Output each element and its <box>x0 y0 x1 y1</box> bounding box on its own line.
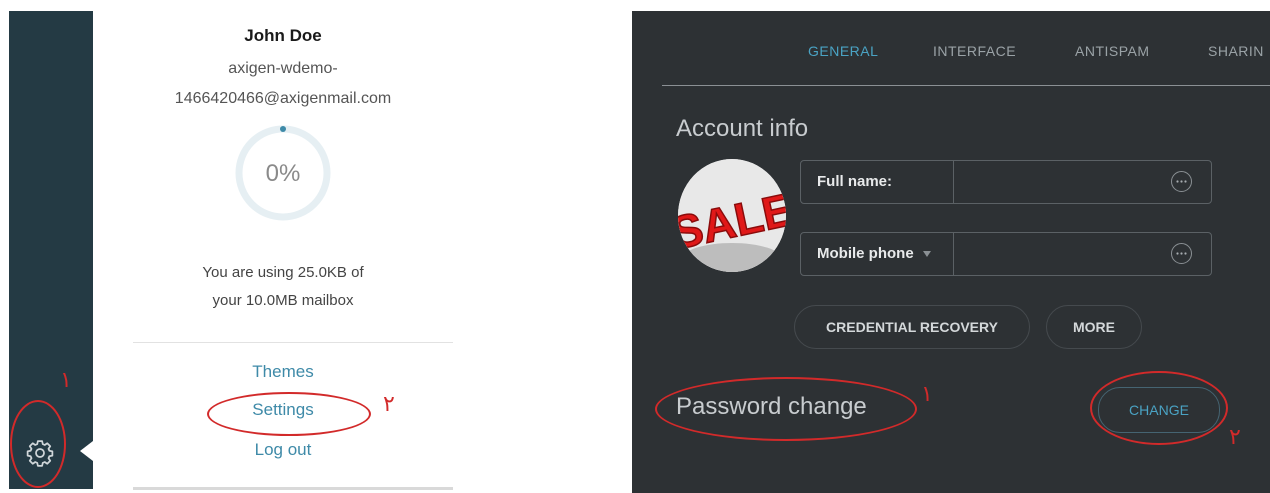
password-change-title: Password change <box>676 393 867 420</box>
tab-antispam[interactable]: ANTISPAM <box>1075 43 1150 59</box>
tab-general[interactable]: GENERAL <box>808 43 878 59</box>
change-password-button[interactable]: CHANGE <box>1098 387 1220 433</box>
gear-icon <box>26 440 54 467</box>
more-button[interactable]: MORE <box>1046 305 1142 349</box>
caret-down-icon <box>922 251 931 258</box>
menu-item-themes[interactable]: Themes <box>93 362 473 382</box>
user-email: axigen-wdemo- 1466420466@axigenmail.com <box>93 54 473 114</box>
menu-item-logout[interactable]: Log out <box>93 440 473 460</box>
settings-panel: GENERAL INTERFACE ANTISPAM SHARIN Accoun… <box>632 11 1270 493</box>
annotation-number-1-left: ١ <box>60 368 72 393</box>
mobile-phone-options-button[interactable] <box>1171 243 1192 264</box>
mobile-phone-label: Mobile phone <box>817 245 914 262</box>
annotation-number-2-left: ٢ <box>383 392 395 417</box>
popover-pointer <box>80 441 93 461</box>
tab-interface[interactable]: INTERFACE <box>933 43 1016 59</box>
left-sidebar <box>9 11 93 489</box>
ellipsis-icon <box>1176 252 1187 255</box>
annotation-number-1-right: ١ <box>921 382 933 407</box>
usage-text-line-2: your 10.0MB mailbox <box>212 292 354 309</box>
user-email-line-2: 1466420466@axigenmail.com <box>174 90 392 107</box>
ellipsis-icon <box>1176 180 1187 183</box>
usage-text-line-1: You are using 25.0KB of <box>202 264 364 281</box>
mobile-phone-field: Mobile phone <box>800 232 1212 276</box>
usage-percent: 0% <box>265 160 301 187</box>
full-name-input[interactable] <box>955 161 1165 203</box>
usage-text: You are using 25.0KB of your 10.0MB mail… <box>93 259 473 315</box>
menu-item-settings[interactable]: Settings <box>93 400 473 420</box>
full-name-field: Full name: <box>800 160 1212 204</box>
credential-recovery-button[interactable]: CREDENTIAL RECOVERY <box>794 305 1030 349</box>
profile-popover: John Doe axigen-wdemo- 1466420466@axigen… <box>93 14 473 490</box>
tabs-underline <box>662 85 1270 86</box>
menu-divider <box>133 342 453 343</box>
tab-sharing[interactable]: SHARIN <box>1208 43 1264 59</box>
user-email-line-1: axigen-wdemo- <box>228 60 338 77</box>
settings-gear-button[interactable] <box>18 431 62 475</box>
full-name-options-button[interactable] <box>1171 171 1192 192</box>
user-name: John Doe <box>244 26 322 45</box>
mobile-phone-select[interactable]: Mobile phone <box>801 233 954 275</box>
popover-bottom-border <box>133 487 453 490</box>
account-info-title: Account info <box>676 115 809 142</box>
avatar-image: SALE <box>678 159 786 272</box>
annotation-number-2-right: ٢ <box>1229 425 1241 450</box>
full-name-label: Full name: <box>801 161 954 203</box>
avatar[interactable]: SALE <box>678 159 786 272</box>
mobile-phone-input[interactable] <box>955 233 1165 275</box>
